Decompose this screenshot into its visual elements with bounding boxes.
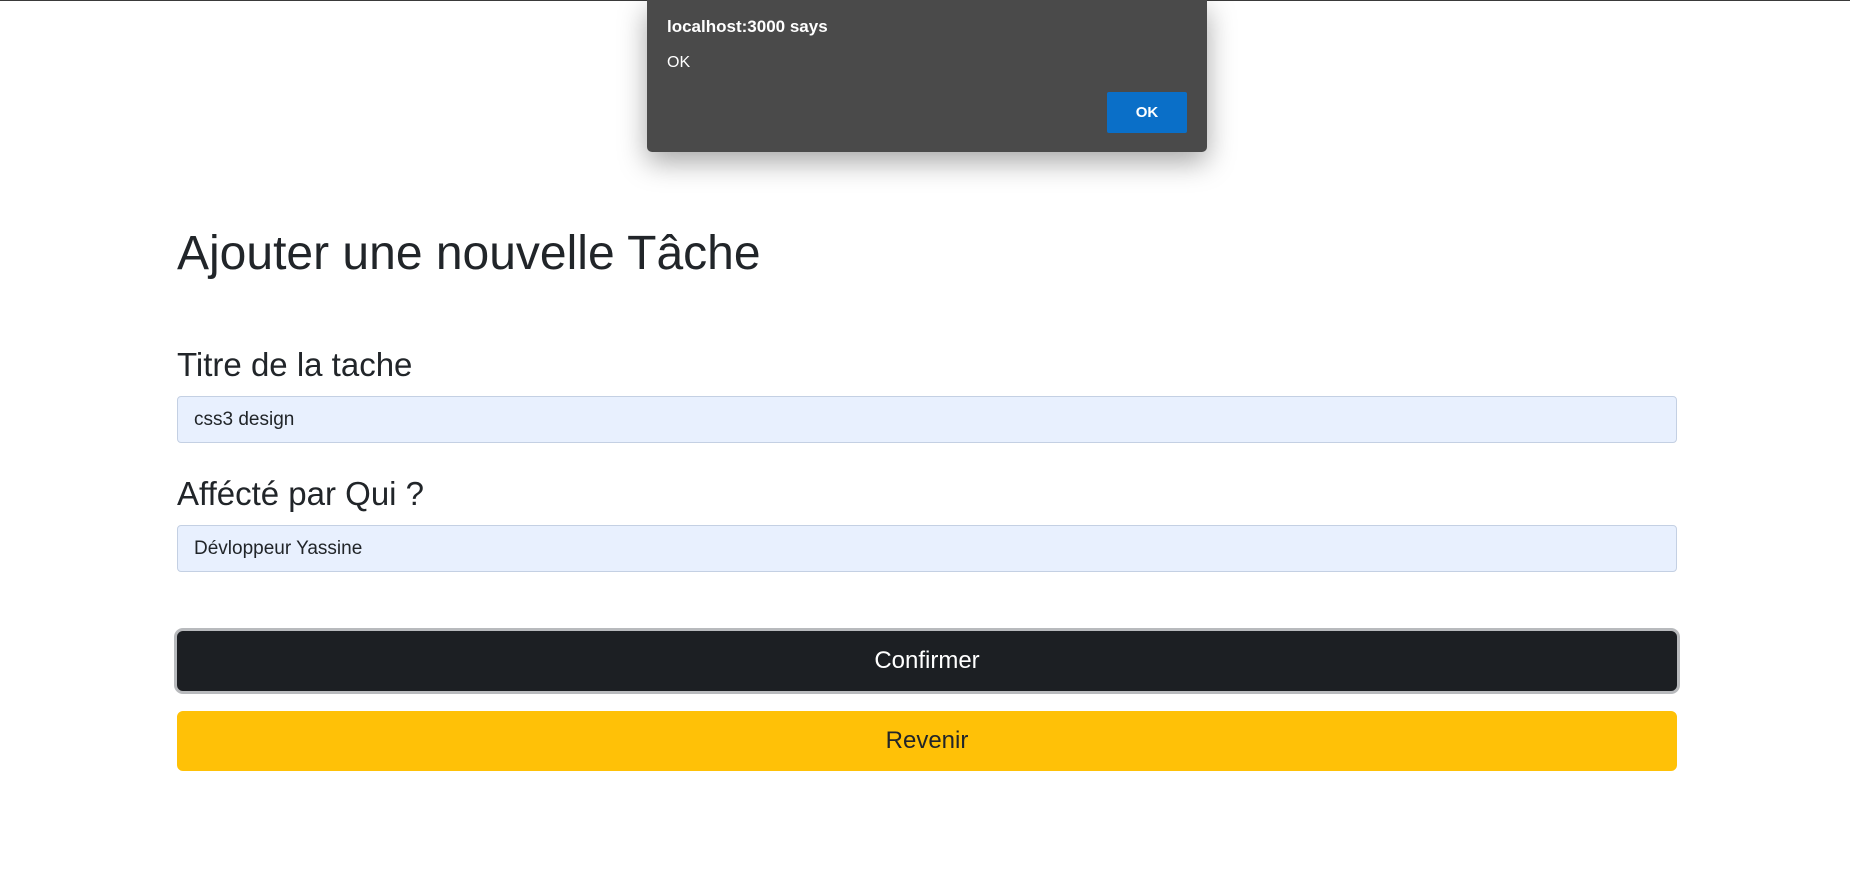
alert-origin-text: localhost:3000 says xyxy=(667,17,828,36)
assigned-by-label: Affécté par Qui ? xyxy=(177,475,425,512)
page-title: Ajouter une nouvelle Tâche xyxy=(177,227,761,280)
confirm-button[interactable]: Confirmer xyxy=(177,631,1677,691)
task-title-input[interactable] xyxy=(177,396,1677,443)
assigned-by-input[interactable] xyxy=(177,525,1677,572)
alert-ok-button[interactable]: OK xyxy=(1107,92,1187,133)
alert-message-text: OK xyxy=(667,54,691,71)
alert-dialog: localhost:3000 says OK OK xyxy=(647,0,1207,152)
back-button[interactable]: Revenir xyxy=(177,711,1677,771)
task-title-label: Titre de la tache xyxy=(177,346,413,383)
